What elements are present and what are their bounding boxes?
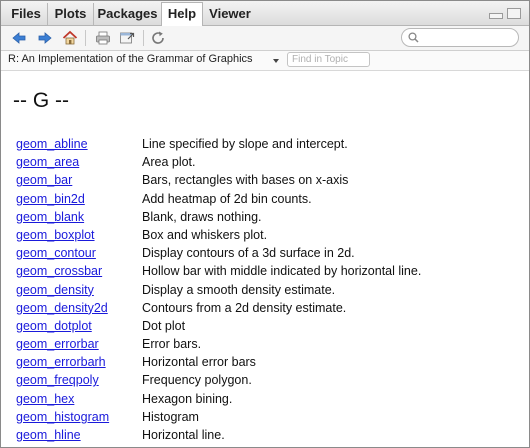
topic-bar: R: An Implementation of the Grammar of G… [1, 51, 529, 71]
function-link[interactable]: geom_dotplot [16, 319, 92, 333]
list-item: geom_freqpoly Frequency polygon. [1, 373, 529, 391]
index-heading: -- G -- [13, 89, 69, 112]
function-description: Display contours of a 3d surface in 2d. [142, 246, 355, 261]
function-link[interactable]: geom_bin2d [16, 192, 85, 206]
function-index-list: geom_abline Line specified by slope and i… [1, 137, 529, 446]
find-in-topic-input[interactable] [287, 52, 370, 67]
search-icon [408, 32, 419, 43]
list-item: geom_crossbar Hollow bar with middle indi… [1, 264, 529, 282]
list-item: geom_contour Display contours of a 3d sur… [1, 246, 529, 264]
function-description: Box and whiskers plot. [142, 227, 268, 242]
list-item: geom_density Display a smooth density est… [1, 283, 529, 301]
list-item: geom_bar Bars, rectangles with bases on x… [1, 173, 529, 191]
function-link[interactable]: geom_errorbarh [16, 355, 106, 369]
toolbar-separator [85, 30, 86, 46]
function-description: Add heatmap of 2d bin counts. [142, 191, 312, 206]
chevron-down-icon[interactable] [273, 59, 279, 63]
function-description: Display a smooth density estimate. [142, 282, 336, 297]
function-description: Histogram [142, 409, 199, 424]
tab-files[interactable]: Files [5, 3, 48, 25]
toolbar-separator [143, 30, 144, 46]
function-link[interactable]: geom_contour [16, 246, 96, 260]
function-link[interactable]: geom_abline [16, 137, 88, 151]
list-item: geom_abline Line specified by slope and i… [1, 137, 529, 155]
forward-arrow-icon[interactable] [37, 30, 53, 46]
function-link[interactable]: geom_histogram [16, 410, 109, 424]
function-description: Dot plot [142, 318, 186, 333]
back-arrow-icon[interactable] [11, 30, 27, 46]
function-description: Error bars. [142, 337, 202, 352]
list-item: geom_hex Hexagon bining. [1, 392, 529, 410]
function-description: Line specified by slope and intercept. [142, 137, 348, 151]
tab-plots[interactable]: Plots [48, 3, 94, 25]
function-link[interactable]: geom_hline [16, 428, 81, 442]
refresh-icon[interactable] [150, 30, 166, 46]
function-link[interactable]: geom_crossbar [16, 264, 102, 278]
list-item: geom_boxplot Box and whiskers plot. [1, 228, 529, 246]
function-description: Area plot. [142, 155, 196, 170]
list-item: geom_density2d Contours from a 2d density… [1, 301, 529, 319]
list-item: geom_errorbar Error bars. [1, 337, 529, 355]
list-item: geom_blank Blank, draws nothing. [1, 210, 529, 228]
function-link[interactable]: geom_boxplot [16, 228, 95, 242]
topic-title-dropdown[interactable]: R: An Implementation of the Grammar of G… [8, 53, 253, 65]
open-in-window-icon[interactable] [119, 30, 135, 46]
print-icon[interactable] [95, 30, 111, 46]
function-link[interactable]: geom_bar [16, 173, 72, 187]
function-description: Bars, rectangles with bases on x-axis [142, 173, 349, 188]
function-description: Frequency polygon. [142, 373, 252, 388]
function-description: Blank, draws nothing. [142, 209, 262, 224]
home-icon[interactable] [62, 30, 78, 46]
tab-viewer[interactable]: Viewer [203, 3, 257, 25]
function-link[interactable]: geom_density2d [16, 301, 108, 315]
list-item: geom_bin2d Add heatmap of 2d bin counts. [1, 192, 529, 210]
help-toolbar [1, 26, 529, 51]
tab-help[interactable]: Help [161, 2, 203, 27]
function-link[interactable]: geom_freqpoly [16, 373, 99, 387]
list-item: geom_histogram Histogram [1, 410, 529, 428]
function-description: Hollow bar with middle indicated by hori… [142, 264, 422, 279]
help-search-field[interactable] [401, 28, 519, 47]
tab-bar: Files Plots Packages Help Viewer [1, 1, 529, 27]
list-item: geom_hline Horizontal line. [1, 428, 529, 446]
help-pane: Files Plots Packages Help Viewer R: An I… [0, 0, 530, 448]
function-description: Hexagon bining. [142, 391, 233, 406]
function-description: Horizontal line. [142, 428, 225, 442]
function-link[interactable]: geom_blank [16, 210, 84, 224]
function-link[interactable]: geom_errorbar [16, 337, 99, 351]
maximize-pane-icon[interactable] [507, 8, 521, 19]
list-item: geom_area Area plot. [1, 155, 529, 173]
function-link[interactable]: geom_hex [16, 392, 74, 406]
tab-packages[interactable]: Packages [94, 3, 162, 25]
function-description: Horizontal error bars [142, 355, 256, 370]
function-description: Contours from a 2d density estimate. [142, 300, 347, 315]
minimize-pane-icon[interactable] [489, 13, 503, 19]
list-item: geom_dotplot Dot plot [1, 319, 529, 337]
function-link[interactable]: geom_density [16, 283, 94, 297]
function-link[interactable]: geom_area [16, 155, 79, 169]
list-item: geom_errorbarh Horizontal error bars [1, 355, 529, 373]
